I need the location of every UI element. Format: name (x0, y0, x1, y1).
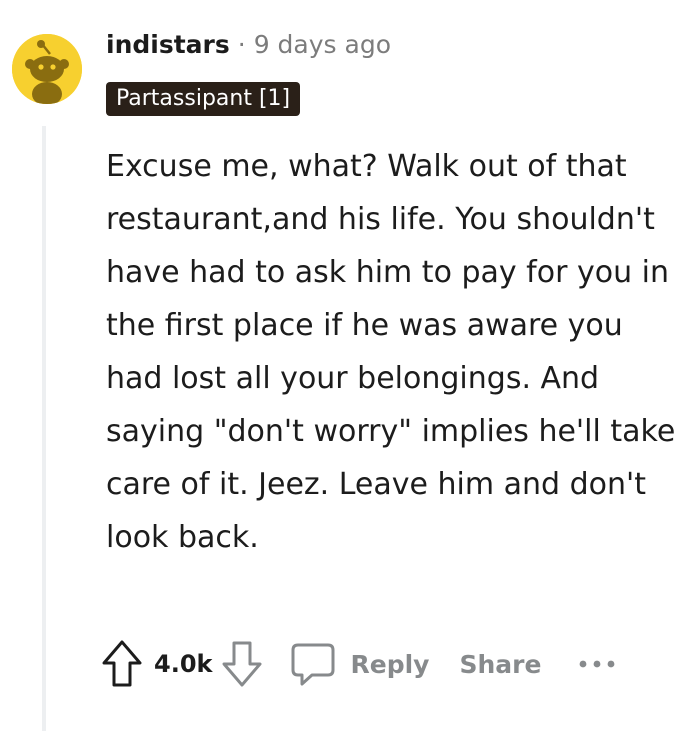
timestamp[interactable]: 9 days ago (254, 30, 391, 59)
reply-label: Reply (350, 649, 430, 679)
user-avatar[interactable] (12, 34, 82, 104)
user-flair-badge: Partassipant [1] (106, 82, 301, 116)
upvote-button[interactable] (100, 639, 144, 689)
comment-header: indistars · 9 days ago (106, 30, 391, 59)
reply-button[interactable]: Reply (290, 641, 429, 687)
comment-action-bar: 4.0k Reply Share (100, 636, 617, 692)
speech-bubble-icon (291, 643, 335, 686)
downvote-button[interactable] (220, 639, 264, 689)
upvote-arrow-icon (102, 640, 142, 687)
downvote-arrow-icon (222, 641, 262, 687)
meta-separator: · (237, 30, 246, 59)
more-options-button[interactable] (577, 658, 617, 670)
share-button[interactable]: Share (459, 650, 541, 679)
more-options-icon (580, 660, 615, 668)
comment-body: Excuse me, what? Walk out of that restau… (106, 149, 676, 555)
snoo-avatar-icon (12, 34, 82, 104)
username[interactable]: indistars (106, 30, 230, 59)
vote-score: 4.0k (154, 650, 213, 678)
thread-line[interactable] (42, 126, 46, 731)
